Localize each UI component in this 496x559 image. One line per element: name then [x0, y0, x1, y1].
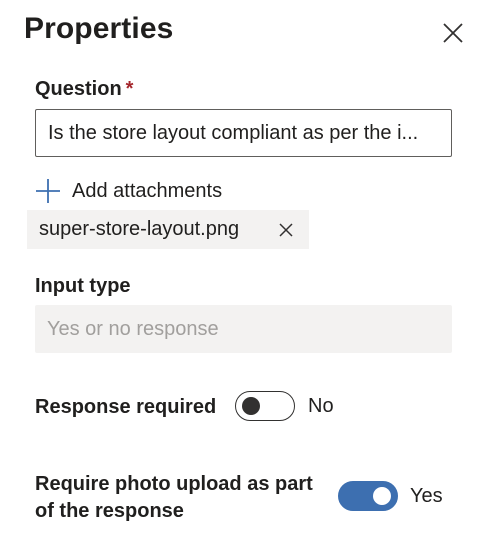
- properties-panel: Properties Question * Is the store layout…: [0, 0, 496, 559]
- add-attachments-button[interactable]: Add attachments: [35, 176, 222, 206]
- question-label: Question *: [35, 76, 133, 102]
- question-input[interactable]: Is the store layout compliant as per the…: [35, 109, 452, 157]
- close-button[interactable]: [438, 18, 468, 48]
- panel-title: Properties: [24, 12, 174, 45]
- required-marker: *: [125, 78, 134, 100]
- toggle-knob: [242, 397, 260, 415]
- photo-upload-label-line1: Require photo upload as part: [35, 473, 313, 495]
- photo-upload-label-line2: of the response: [35, 500, 184, 522]
- toggle-knob: [373, 487, 391, 505]
- photo-upload-state: Yes: [410, 485, 443, 507]
- attachment-chip: super-store-layout.png: [27, 210, 309, 249]
- attachment-file-name: super-store-layout.png: [39, 218, 240, 240]
- input-type-placeholder: Yes or no response: [47, 317, 219, 340]
- response-required-toggle[interactable]: [235, 391, 295, 421]
- question-label-text: Question: [35, 78, 122, 100]
- input-type-field: Yes or no response: [35, 305, 452, 353]
- plus-icon: [35, 178, 61, 204]
- close-icon: [279, 222, 293, 237]
- input-type-label: Input type: [35, 275, 131, 297]
- response-required-state: No: [308, 395, 334, 417]
- add-attachments-label: Add attachments: [72, 179, 223, 202]
- photo-upload-label: Require photo upload as part of the resp…: [35, 471, 313, 525]
- close-icon: [443, 23, 463, 43]
- response-required-label: Response required: [35, 396, 217, 418]
- remove-attachment-button[interactable]: [275, 219, 297, 241]
- photo-upload-toggle[interactable]: [338, 481, 398, 511]
- question-input-value: Is the store layout compliant as per the…: [48, 121, 419, 144]
